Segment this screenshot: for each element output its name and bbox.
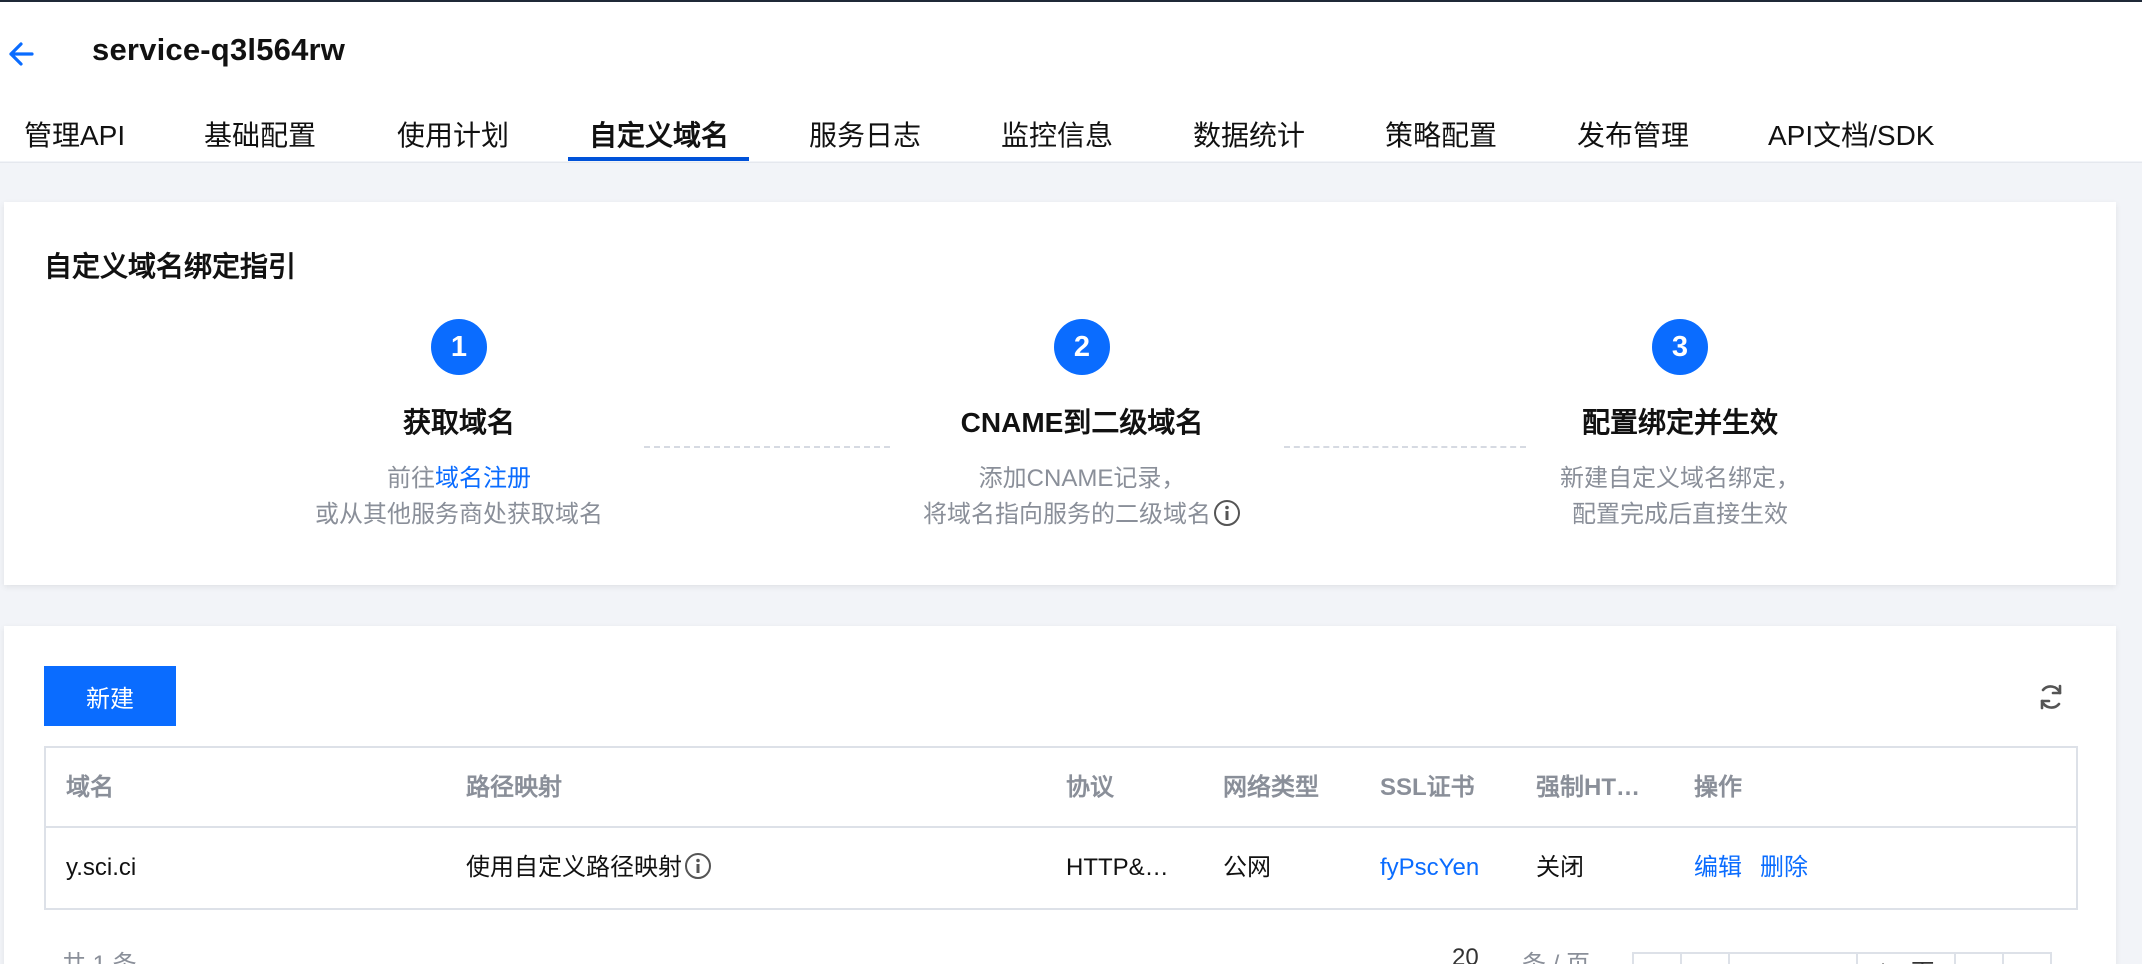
tab-statistics[interactable]: 数据统计 <box>1193 114 1305 154</box>
step-desc-line2: 或从其他服务商处获取域名 <box>315 501 603 528</box>
chevron-right-icon: › <box>1975 960 1983 964</box>
info-icon[interactable] <box>684 833 712 913</box>
page-header: service-q3l564rw 管理API 基础配置 使用计划 自定义域名 服… <box>0 2 2142 163</box>
step-desc-line1: 新建自定义域名绑定， <box>1560 465 1800 492</box>
custom-domain-table-card: 新建 域名 路径映射 协议 网络类型 SSL证书 强制HT… 操作 y.sci.… <box>4 626 2116 964</box>
step-desc-line1: 添加CNAME记录， <box>978 465 1186 492</box>
back-button[interactable] <box>4 34 36 74</box>
cell-actions: 编辑 删除 <box>1694 828 1826 908</box>
chevron-left-icon: ‹ <box>1701 960 1709 964</box>
refresh-icon <box>2040 684 2062 710</box>
step-title: 获取域名 <box>402 407 515 438</box>
guide-title: 自定义域名绑定指引 <box>44 251 297 282</box>
cell-domain: y.sci.ci <box>66 854 137 881</box>
tab-manage-api[interactable]: 管理API <box>24 114 125 154</box>
domain-register-link[interactable]: 域名注册 <box>435 465 531 492</box>
table-row: y.sci.ci 使用自定义路径映射 HTTP&… 公网 fyPscYen 关闭… <box>46 828 2076 908</box>
cell-network-type: 公网 <box>1223 854 1271 881</box>
step-description: 新建自定义域名绑定， 配置完成后直接生效 <box>1480 461 1880 533</box>
column-header-ssl-cert: SSL证书 <box>1380 774 1475 801</box>
next-page-button[interactable]: › <box>1954 952 2004 964</box>
service-title: service-q3l564rw <box>92 32 346 67</box>
last-page-icon: » <box>2020 960 2033 964</box>
tab-basic-config[interactable]: 基础配置 <box>204 114 316 154</box>
step-title: CNAME到二级域名 <box>960 407 1204 438</box>
guide-step-3: 3 配置绑定并生效 新建自定义域名绑定， 配置完成后直接生效 <box>1480 319 1880 533</box>
first-page-icon: « <box>1650 960 1663 964</box>
step-description: 添加CNAME记录， 将域名指向服务的二级域名 <box>882 461 1282 538</box>
domain-table: 域名 路径映射 协议 网络类型 SSL证书 强制HT… 操作 y.sci.ci … <box>44 746 2078 910</box>
arrow-left-icon <box>9 42 34 66</box>
column-header-actions: 操作 <box>1694 774 1742 801</box>
step-desc-prefix: 前往 <box>387 465 435 492</box>
pagination-total: 共 1 条 <box>62 944 137 964</box>
step-title: 配置绑定并生效 <box>1581 407 1778 438</box>
new-domain-button[interactable]: 新建 <box>44 666 176 726</box>
cell-protocol: HTTP&… <box>1066 854 1169 881</box>
page-size-select[interactable]: 20 <box>1452 944 1479 964</box>
guide-step-1: 1 获取域名 前往域名注册 或从其他服务商处获取域名 <box>259 319 659 533</box>
guide-step-2: 2 CNAME到二级域名 添加CNAME记录， 将域名指向服务的二级域名 <box>882 319 1282 538</box>
pagination: 共 1 条 20 条 / 页 « ‹ 1 / 1 页 › » <box>44 944 2078 964</box>
page-size-unit: 条 / 页 <box>1522 944 1590 964</box>
column-header-domain: 域名 <box>66 774 114 801</box>
edit-button[interactable]: 编辑 <box>1694 854 1742 881</box>
step-number-badge: 1 <box>431 319 487 375</box>
step-number-badge: 2 <box>1054 319 1110 375</box>
delete-button[interactable]: 删除 <box>1760 854 1808 881</box>
step-description: 前往域名注册 或从其他服务商处获取域名 <box>259 461 659 533</box>
refresh-button[interactable] <box>2034 680 2068 714</box>
tab-policy-config[interactable]: 策略配置 <box>1385 114 1497 154</box>
cell-path-mapping: 使用自定义路径映射 <box>466 828 712 908</box>
tab-custom-domain[interactable]: 自定义域名 <box>589 114 729 154</box>
tab-release-management[interactable]: 发布管理 <box>1577 114 1689 154</box>
tab-api-docs-sdk[interactable]: API文档/SDK <box>1768 114 1934 154</box>
page-number-input[interactable]: 1 <box>1728 952 1858 964</box>
tab-usage-plan[interactable]: 使用计划 <box>397 114 509 154</box>
step-number-badge: 3 <box>1652 319 1708 375</box>
total-pages: / 1 页 <box>1856 952 1956 964</box>
active-tab-indicator <box>568 157 749 161</box>
step-desc-line2: 将域名指向服务的二级域名 <box>923 501 1211 528</box>
table-header: 域名 路径映射 协议 网络类型 SSL证书 强制HT… 操作 <box>46 748 2076 828</box>
tab-monitoring[interactable]: 监控信息 <box>1001 114 1113 154</box>
column-header-protocol: 协议 <box>1066 774 1114 801</box>
column-header-network-type: 网络类型 <box>1223 774 1319 801</box>
domain-binding-guide-card: 自定义域名绑定指引 1 获取域名 前往域名注册 或从其他服务商处获取域名 2 C… <box>4 202 2116 585</box>
prev-page-button[interactable]: ‹ <box>1680 952 1730 964</box>
column-header-path-mapping: 路径映射 <box>466 774 562 801</box>
tab-service-log[interactable]: 服务日志 <box>809 114 921 154</box>
column-header-force-https: 强制HT… <box>1536 774 1640 801</box>
path-mapping-text: 使用自定义路径映射 <box>466 854 682 881</box>
step-desc-line2: 配置完成后直接生效 <box>1572 501 1788 528</box>
info-icon[interactable] <box>1213 499 1241 538</box>
tab-bar: 管理API 基础配置 使用计划 自定义域名 服务日志 监控信息 数据统计 策略配… <box>0 110 2142 163</box>
last-page-button[interactable]: » <box>2002 952 2052 964</box>
cell-ssl-cert-link[interactable]: fyPscYen <box>1380 828 1479 908</box>
step-connector <box>644 446 890 448</box>
first-page-button[interactable]: « <box>1632 952 1682 964</box>
cell-force-https: 关闭 <box>1536 854 1584 881</box>
